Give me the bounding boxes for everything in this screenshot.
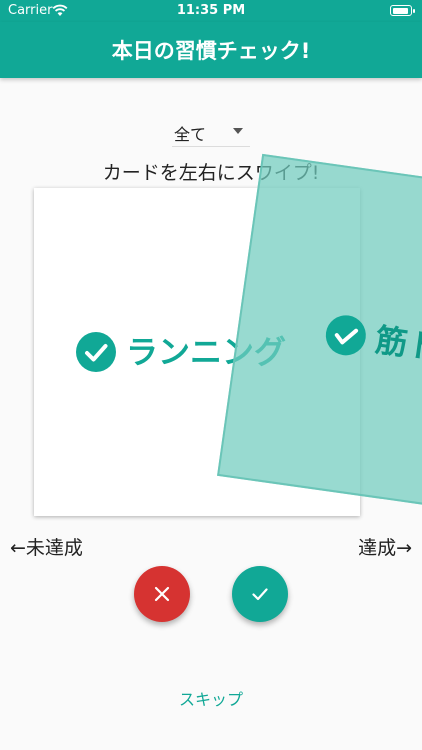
habit-card-back[interactable]: ランニング	[34, 188, 360, 516]
achieved-button[interactable]	[232, 566, 288, 622]
check-circle-icon	[76, 332, 116, 372]
filter-dropdown[interactable]: 全て	[172, 117, 250, 147]
filter-selected-value: 全て	[174, 125, 207, 144]
swipe-left-label: ←未達成	[10, 537, 83, 559]
not-achieved-button[interactable]	[134, 566, 190, 622]
habit-card-label: 筋トレ	[372, 320, 422, 372]
status-bar: Carrier 11:35 PM	[0, 0, 422, 22]
swipe-hint: カードを左右にスワイプ!	[102, 162, 320, 184]
app-bar: 本日の習慣チェック!	[0, 22, 422, 78]
caret-down-icon	[233, 128, 243, 134]
battery-icon	[390, 5, 415, 16]
page-title: 本日の習慣チェック!	[111, 39, 311, 63]
habit-card-label: ランニング	[126, 333, 287, 371]
close-icon	[154, 586, 170, 602]
check-icon	[252, 588, 268, 601]
clock: 11:35 PM	[176, 3, 246, 18]
skip-button[interactable]: スキップ	[0, 686, 422, 710]
swipe-right-label: 達成→	[358, 537, 412, 559]
